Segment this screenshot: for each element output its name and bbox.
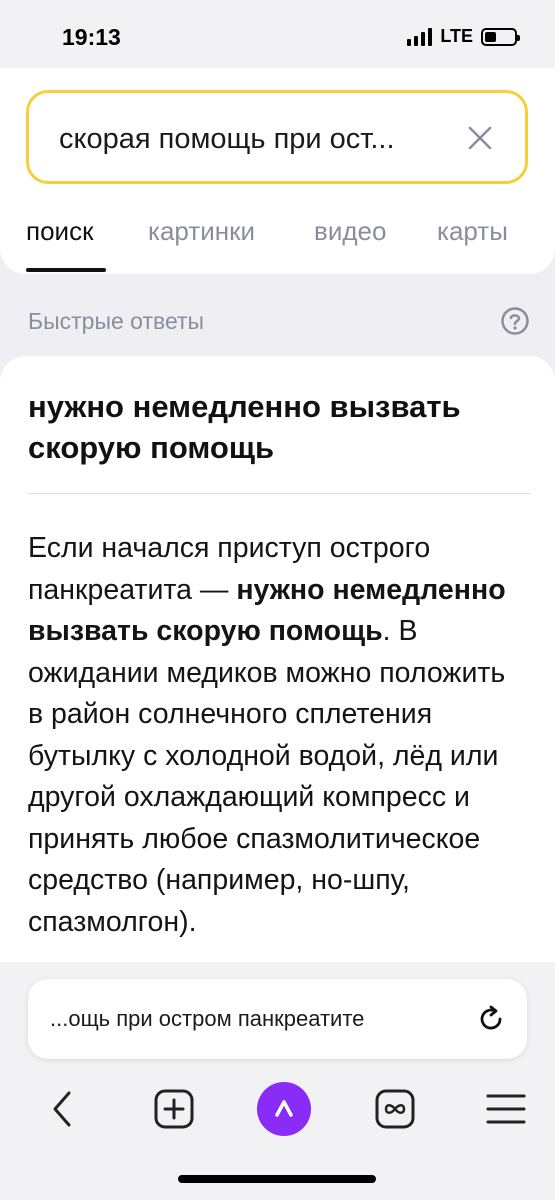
active-tab-indicator: [26, 268, 106, 272]
question-icon: [501, 307, 529, 335]
new-tab-button[interactable]: [146, 1081, 202, 1137]
navigation-bar: [0, 1081, 555, 1141]
browser-toolbar: ...ощь при остром панкреатите: [0, 963, 555, 1200]
menu-button[interactable]: [478, 1081, 534, 1137]
answer-text-part-2: . В ожидании медиков можно положить в ра…: [28, 615, 506, 938]
chevron-left-icon: [53, 1091, 71, 1127]
clear-search-button[interactable]: [465, 123, 495, 153]
address-text[interactable]: ...ощь при остром панкреатите: [50, 1006, 450, 1032]
network-type: LTE: [440, 26, 473, 46]
back-button[interactable]: [34, 1081, 90, 1137]
tabs-button[interactable]: [367, 1081, 423, 1137]
signal-icon: [407, 27, 433, 46]
search-query[interactable]: скорая помощь при ост...: [59, 123, 439, 156]
infinity-square-icon: [375, 1089, 415, 1129]
answer-text: Если начался приступ острого панкреатита…: [28, 528, 528, 943]
alice-assistant-button[interactable]: [256, 1081, 312, 1137]
plus-square-icon: [154, 1089, 194, 1129]
tab-video[interactable]: видео: [314, 216, 386, 247]
quick-answer-card: нужно немедленно вызвать скорую помощь Е…: [0, 356, 555, 1056]
home-indicator: [178, 1175, 376, 1183]
search-input[interactable]: скорая помощь при ост...: [26, 90, 528, 184]
alice-icon: [257, 1082, 311, 1136]
help-button[interactable]: [500, 306, 530, 336]
address-bar[interactable]: ...ощь при остром панкреатите: [28, 979, 527, 1059]
reload-icon: [480, 1005, 502, 1030]
answer-title: нужно немедленно вызвать скорую помощь: [28, 389, 461, 465]
reload-button[interactable]: [475, 1003, 507, 1035]
tab-search[interactable]: поиск: [26, 216, 93, 247]
quick-answers-label: Быстрые ответы: [28, 308, 205, 334]
search-header: скорая помощь при ост... поиск картинки …: [0, 68, 555, 274]
status-time: 19:13: [62, 24, 121, 50]
tab-images[interactable]: картинки: [148, 216, 255, 247]
hamburger-icon: [486, 1094, 526, 1124]
close-icon: [468, 126, 492, 150]
status-indicators: LTE: [407, 26, 520, 47]
search-tabs: поиск картинки видео карты: [26, 216, 536, 274]
status-bar: 19:13 LTE: [0, 0, 555, 68]
divider: [28, 493, 530, 494]
battery-icon: [481, 27, 520, 46]
tab-maps[interactable]: карты: [437, 216, 508, 247]
